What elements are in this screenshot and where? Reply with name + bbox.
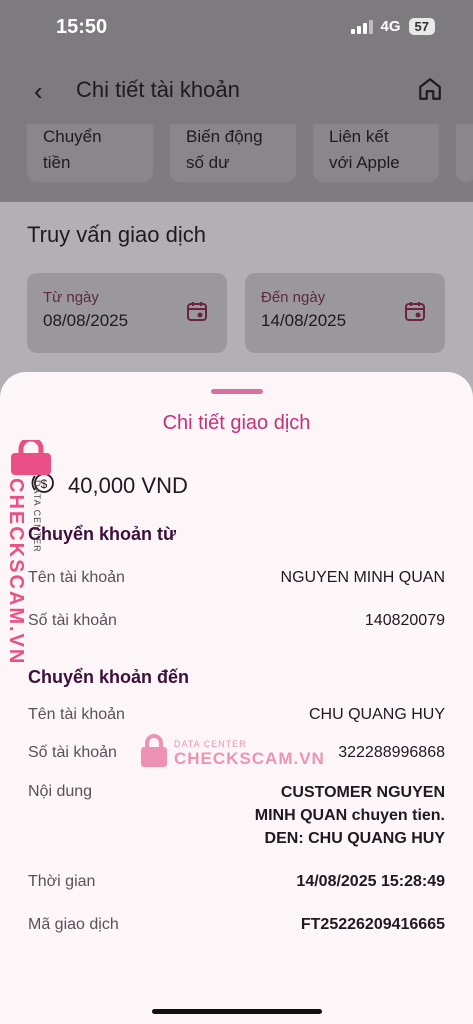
quick-action-apple[interactable]: Liên kết với Apple bbox=[313, 124, 439, 182]
to-date-field[interactable]: Đến ngày 14/08/2025 bbox=[245, 273, 445, 353]
quick-action-more[interactable] bbox=[456, 124, 473, 182]
quick-action-transfer[interactable]: Chuyển tiền bbox=[27, 124, 153, 182]
to-number-label: Số tài khoản bbox=[28, 744, 117, 761]
status-bar: 15:50 4G 57 bbox=[0, 0, 473, 58]
signal-icon bbox=[350, 19, 373, 34]
calendar-icon[interactable] bbox=[185, 299, 209, 328]
content-label: Nội dung bbox=[28, 783, 93, 800]
from-number-value: 140820079 bbox=[364, 612, 445, 629]
quick-action-balance[interactable]: Biến động số dư bbox=[170, 124, 296, 182]
txn-id-value: FT25226209416665 bbox=[300, 916, 445, 933]
status-indicators: 4G 57 bbox=[350, 18, 435, 35]
lock-icon bbox=[140, 734, 168, 773]
status-time: 15:50 bbox=[56, 16, 108, 38]
content-line: DEN: CHU QUANG HUY bbox=[264, 830, 445, 847]
app-header: ‹ Chi tiết tài khoản bbox=[0, 58, 473, 124]
content-line: MINH QUAN chuyen tien. bbox=[254, 807, 445, 824]
sheet-grabber[interactable] bbox=[211, 389, 263, 394]
query-title: Truy vấn giao dịch bbox=[27, 222, 206, 247]
watermark-brand: CHECKSCAM.VN bbox=[5, 478, 27, 666]
transaction-amount: 40,000 VND bbox=[68, 472, 188, 498]
watermark-tag: DATA CENTER bbox=[32, 480, 42, 553]
watermark-vertical: CHECKSCAM.VN DATA CENTER bbox=[4, 436, 60, 665]
quick-action-label: với Apple bbox=[329, 153, 400, 172]
txn-id-label: Mã giao dịch bbox=[28, 916, 119, 933]
quick-action-label: Liên kết bbox=[329, 127, 389, 146]
content-line: CUSTOMER NGUYEN bbox=[280, 784, 445, 801]
page-title: Chi tiết tài khoản bbox=[76, 77, 240, 102]
home-indicator bbox=[152, 1009, 322, 1014]
quick-action-label: tiền bbox=[43, 153, 71, 172]
battery-icon: 57 bbox=[408, 18, 435, 35]
content-value: CUSTOMER NGUYEN MINH QUAN chuyen tien. D… bbox=[255, 781, 445, 850]
from-date-field[interactable]: Từ ngày 08/08/2025 bbox=[27, 273, 227, 353]
watermark-center: DATA CENTER CHECKSCAM.VN bbox=[140, 734, 325, 773]
network-type: 4G bbox=[380, 18, 401, 35]
calendar-icon[interactable] bbox=[403, 299, 427, 328]
quick-actions: Chuyển tiền Biến động số dư Liên kết với… bbox=[0, 124, 473, 202]
to-number-value: 322288996868 bbox=[338, 744, 445, 761]
time-value: 14/08/2025 15:28:49 bbox=[296, 873, 445, 890]
to-section-title: Chuyển khoản đến bbox=[28, 667, 190, 687]
home-icon[interactable] bbox=[417, 76, 443, 107]
quick-action-label: Biến động bbox=[186, 127, 263, 146]
to-name-value: CHU QUANG HUY bbox=[308, 706, 445, 723]
from-name-value: NGUYEN MINH QUAN bbox=[280, 569, 445, 586]
quick-action-label: số dư bbox=[186, 153, 230, 172]
lock-icon bbox=[8, 436, 54, 481]
transaction-detail-sheet: Chi tiết giao dịch $ 40,000 VND Chuyển k… bbox=[0, 372, 473, 1024]
time-label: Thời gian bbox=[28, 873, 96, 890]
to-name-label: Tên tài khoản bbox=[28, 706, 125, 723]
back-icon[interactable]: ‹ bbox=[34, 76, 43, 107]
quick-action-label: Chuyển bbox=[43, 127, 102, 146]
sheet-title: Chi tiết giao dịch bbox=[162, 412, 311, 434]
watermark-tag: DATA CENTER bbox=[174, 738, 247, 749]
watermark-brand: CHECKSCAM.VN bbox=[174, 748, 325, 768]
